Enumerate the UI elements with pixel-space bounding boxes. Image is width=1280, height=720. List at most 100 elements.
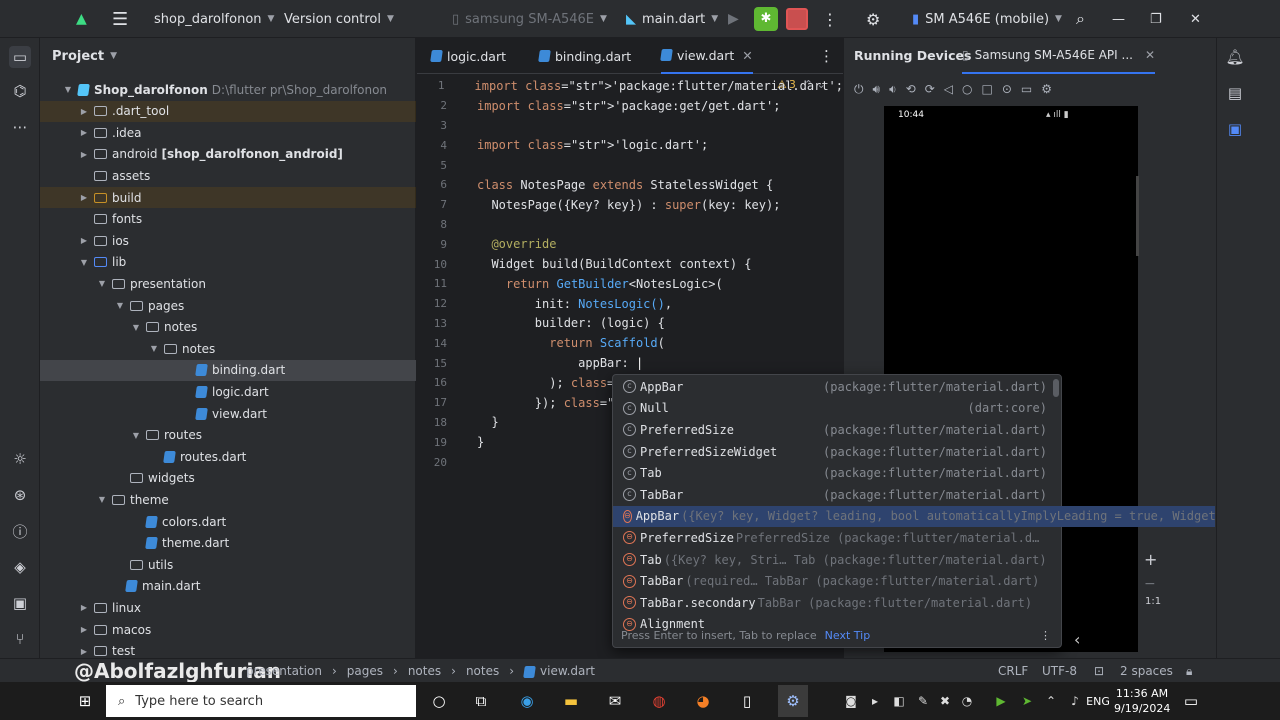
firefox-icon[interactable]: ◕ <box>692 690 714 712</box>
terminal-icon[interactable]: ▣ <box>9 592 31 614</box>
chevron-right-icon[interactable]: ▶ <box>78 236 90 245</box>
screenshot-icon[interactable]: ⊙ <box>1002 82 1012 98</box>
tree-file[interactable]: routes.dart <box>40 446 416 467</box>
file-explorer-icon[interactable]: ▬ <box>560 690 582 712</box>
code-line[interactable]: 12 init: NotesLogic(), <box>417 294 843 314</box>
mail-icon[interactable]: ✉ <box>604 690 626 712</box>
tree-file[interactable]: theme.dart <box>40 533 416 554</box>
tree-folder[interactable]: utils <box>40 554 416 575</box>
completion-item[interactable]: ⊖ PreferredSize PreferredSize (package:fl… <box>613 527 1063 549</box>
debug-icon[interactable]: ✱ <box>754 0 778 38</box>
settings-gear-icon[interactable]: ⚙ <box>866 0 880 38</box>
zoom-in-icon[interactable]: + <box>1144 550 1157 569</box>
completion-item[interactable]: ⊖ TabBar.secondary TabBar (package:flutte… <box>613 592 1063 614</box>
tree-folder[interactable]: fonts <box>40 209 416 230</box>
forward-tray-icon[interactable]: ➤ <box>1016 690 1038 712</box>
power-icon[interactable]: ⏻ <box>854 82 864 98</box>
breadcrumb-item[interactable]: pages <box>347 664 383 678</box>
rotate-right-icon[interactable]: ⟳ <box>925 82 935 98</box>
tree-file[interactable]: colors.dart <box>40 511 416 532</box>
line-separator[interactable]: CRLF <box>998 659 1028 683</box>
tree-folder[interactable]: ▶ ios <box>40 230 416 251</box>
task-view-icon[interactable]: ⧉ <box>470 690 492 712</box>
logcat-icon[interactable]: ⊛ <box>9 484 31 506</box>
chevron-right-icon[interactable]: ▶ <box>78 107 90 116</box>
windows-start-icon[interactable]: ⊞ <box>74 690 96 712</box>
tab-binding-dart[interactable]: binding.dart <box>538 38 631 74</box>
code-line[interactable]: 1 import class="str">'package:flutter/mat… <box>417 76 843 96</box>
tree-file[interactable]: logic.dart <box>40 381 416 402</box>
volume-down-icon[interactable]: 🔉︎ <box>889 82 897 98</box>
wifi-tray-icon[interactable]: ◔ <box>956 690 978 712</box>
tree-folder[interactable]: ▶ linux <box>40 597 416 618</box>
code-line[interactable]: 4 import class="str">'logic.dart'; <box>417 135 843 155</box>
project-panel-header[interactable]: Project ▼ <box>40 38 415 74</box>
minimize-icon[interactable]: — <box>1112 0 1125 38</box>
lock-icon[interactable]: 🔒︎ <box>1186 659 1192 683</box>
completion-item[interactable]: c PreferredSizeWidget (package:flutter/mat… <box>613 441 1063 463</box>
overview-icon[interactable]: □ <box>981 82 992 98</box>
code-line[interactable]: 6 class NotesPage extends StatelessWidget… <box>417 175 843 195</box>
completion-item[interactable]: c Tab (package:flutter/material.dart) <box>613 462 1063 484</box>
code-line[interactable]: 2 import class="str">'package:get/get.dar… <box>417 96 843 116</box>
audio-tray-icon[interactable]: ◧ <box>888 690 910 712</box>
more-tools-icon[interactable]: ⋯ <box>9 116 31 138</box>
chevron-down-icon[interactable]: ▼ <box>78 258 90 267</box>
home-icon[interactable]: ○ <box>962 82 972 98</box>
chevron-right-icon[interactable]: ▶ <box>78 150 90 159</box>
chevron-right-icon[interactable]: ▶ <box>78 647 90 656</box>
notepad-icon[interactable]: ▯ <box>736 690 758 712</box>
breadcrumb-item[interactable]: notes <box>408 664 441 678</box>
breadcrumb-item[interactable]: presentation <box>246 664 322 678</box>
play-tray-icon[interactable]: ▶ <box>990 690 1012 712</box>
project-tool-folder-icon[interactable]: ▭ <box>9 46 31 68</box>
main-menu-icon[interactable]: ☰ <box>112 0 128 38</box>
tree-folder[interactable]: widgets <box>40 468 416 489</box>
tree-folder[interactable]: ▶ macos <box>40 619 416 640</box>
chevron-down-icon[interactable]: ▼ <box>148 344 160 353</box>
chevron-down-icon[interactable]: ▼ <box>62 85 74 94</box>
close-tab-icon[interactable]: ✕ <box>1145 48 1155 62</box>
run-icon[interactable]: ▶ <box>728 0 739 38</box>
tree-folder[interactable]: ▶ android [shop_darolfonon_android] <box>40 144 416 165</box>
android-studio-taskbar-icon[interactable]: ⚙ <box>778 685 808 717</box>
chevron-down-icon[interactable]: ▼ <box>130 323 142 332</box>
rotate-left-icon[interactable]: ⟲ <box>906 82 916 98</box>
restore-icon[interactable]: ❐ <box>1150 0 1162 38</box>
edge-icon[interactable]: ◉ <box>516 690 538 712</box>
tree-folder[interactable]: assets <box>40 165 416 186</box>
mute-tray-icon[interactable]: ✖ <box>934 690 956 712</box>
problems-icon[interactable]: ⓘ <box>9 520 31 542</box>
chevron-right-icon[interactable]: ▶ <box>78 193 90 202</box>
device-manager-icon[interactable]: ▤ <box>1210 82 1260 104</box>
tree-folder[interactable]: ▼ pages <box>40 295 416 316</box>
code-line[interactable]: 15 appBar: | <box>417 353 843 373</box>
zoom-out-icon[interactable]: − <box>1144 576 1156 592</box>
tree-folder[interactable]: ▼ notes <box>40 338 416 359</box>
taskbar-search[interactable]: ⌕ Type here to search <box>106 685 416 717</box>
device-tab[interactable]: ▯ Samsung SM-A546E API ... ✕ <box>962 38 1156 74</box>
code-line[interactable]: 7 NotesPage({Key? key}) : super(key: key… <box>417 195 843 215</box>
device-config-selector[interactable]: ▯ samsung SM-A546E ▼ <box>452 0 607 38</box>
stop-icon[interactable] <box>786 0 808 38</box>
completion-item[interactable]: ⊖ Tab ({Key? key, Stri… Tab (package:flutt… <box>613 549 1063 571</box>
tree-folder[interactable]: ▼ lib <box>40 252 416 273</box>
tree-folder[interactable]: ▼ notes <box>40 317 416 338</box>
chevron-down-icon[interactable]: ▼ <box>96 495 108 504</box>
breadcrumb-item[interactable]: notes <box>466 664 499 678</box>
tree-folder[interactable]: ▶ .dart_tool <box>40 100 416 122</box>
code-line[interactable]: 10 Widget build(BuildContext context) { <box>417 254 843 274</box>
camera-tray-icon[interactable]: ◙ <box>840 690 862 712</box>
completion-item[interactable]: c AppBar (package:flutter/material.dart) <box>613 376 1063 398</box>
chevron-right-icon[interactable]: ▶ <box>78 128 90 137</box>
chevron-down-icon[interactable]: ▼ <box>130 431 142 440</box>
code-line[interactable]: 5 <box>417 155 843 175</box>
tree-folder[interactable]: ▼ presentation <box>40 273 416 294</box>
gradle-icon[interactable]: ◈ <box>9 556 31 578</box>
tree-file[interactable]: main.dart <box>40 576 416 597</box>
volume-up-icon[interactable]: 🔊︎ <box>873 82 881 98</box>
completion-item[interactable]: ⊖ TabBar (required… TabBar (package:flutte… <box>613 570 1063 592</box>
tab-logic-dart[interactable]: logic.dart <box>430 38 506 74</box>
completion-item[interactable]: ⊖ AppBar ({Key? key, Widget? leading, bool… <box>613 505 1216 528</box>
more-actions-icon[interactable]: ⋮ <box>822 0 838 38</box>
